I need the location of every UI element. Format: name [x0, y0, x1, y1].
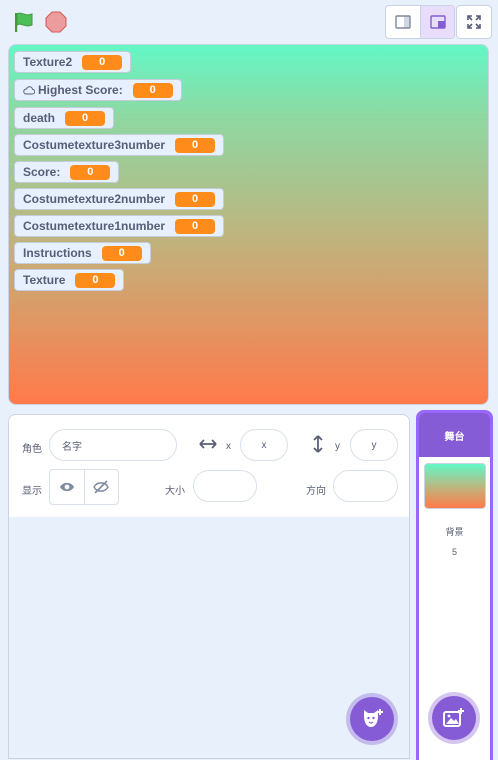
add-sprite-button[interactable] [350, 697, 394, 741]
x-arrows-icon [199, 437, 217, 455]
show-label: 显示 [22, 486, 42, 497]
sprite-info-panel: 角色 名字 x x y y 显示 大小 方向 [8, 414, 410, 759]
backdrops-count: 5 [451, 547, 457, 557]
monitor-value: 0 [132, 82, 173, 98]
monitor-label: Texture [23, 273, 66, 287]
hide-sprite-button[interactable] [83, 470, 119, 504]
variable-monitor: Costumetexture1number 0 [14, 215, 225, 237]
stage-title: 舞台 [444, 431, 465, 443]
x-placeholder: x [261, 439, 267, 451]
variable-monitor: Texture 0 [14, 269, 125, 291]
size-label: 大小 [165, 486, 185, 497]
monitor-label: Texture2 [23, 55, 73, 69]
small-stage-icon [395, 15, 411, 29]
small-stage-button[interactable] [386, 6, 420, 38]
normal-stage-button[interactable] [420, 6, 454, 38]
sprite-info: 角色 名字 x x y y 显示 大小 方向 [9, 415, 409, 518]
monitor-value: 0 [70, 164, 111, 180]
stop-sign-icon [45, 11, 67, 33]
visibility-toggle [49, 469, 119, 505]
fullscreen-icon [467, 15, 481, 29]
image-add-icon [443, 708, 464, 727]
sprite-name-input[interactable]: 名字 [49, 429, 177, 461]
monitor-value: 0 [75, 272, 116, 288]
stage-selector-header: 舞台 [419, 413, 490, 457]
size-input[interactable] [193, 470, 257, 502]
y-arrows-icon [312, 435, 324, 458]
variable-monitor: Costumetexture2number 0 [14, 188, 225, 210]
variable-monitor: Highest Score: 0 [14, 79, 182, 101]
direction-input[interactable] [333, 470, 398, 502]
monitor-value: 0 [175, 137, 216, 153]
stage-size-toggle [385, 5, 455, 39]
add-backdrop-button[interactable] [432, 696, 476, 740]
stage-canvas[interactable]: Texture2 0 Highest Score: 0 death 0 Cost… [8, 44, 489, 405]
eye-icon [59, 482, 74, 492]
monitor-label: Costumetexture3number [23, 138, 166, 152]
monitor-label: death [23, 111, 56, 125]
monitor-value: 0 [101, 245, 142, 261]
backdrops-label: 背景 [445, 527, 464, 537]
stage-thumbnail [424, 463, 486, 509]
x-label: x [226, 441, 231, 452]
direction-label: 方向 [306, 486, 326, 497]
green-flag-button[interactable] [12, 11, 36, 33]
variable-monitor: Texture2 0 [14, 51, 132, 73]
stop-button[interactable] [45, 11, 67, 33]
show-sprite-button[interactable] [50, 470, 84, 504]
monitor-label: Costumetexture1number [23, 219, 166, 233]
green-flag-icon [15, 12, 33, 32]
cloud-icon [23, 85, 35, 95]
sprite-list-area [9, 517, 409, 758]
monitor-label: Score: [23, 165, 61, 179]
y-placeholder: y [371, 439, 377, 451]
monitor-value: 0 [175, 218, 216, 234]
eye-slash-icon [93, 480, 110, 494]
variable-monitor: Score: 0 [14, 161, 120, 183]
monitor-value: 0 [65, 110, 106, 126]
cat-add-icon [364, 709, 383, 727]
monitor-value: 0 [175, 191, 216, 207]
sprite-name-placeholder: 名字 [62, 441, 82, 453]
sprite-label: 角色 [22, 444, 42, 455]
y-label: y [335, 441, 340, 452]
variable-monitor: death 0 [14, 107, 115, 129]
normal-stage-icon [429, 15, 446, 29]
monitor-value: 0 [82, 54, 123, 70]
monitor-label: Instructions [23, 246, 92, 260]
fullscreen-button[interactable] [456, 5, 492, 39]
x-input[interactable]: x [240, 429, 288, 461]
y-input[interactable]: y [350, 429, 398, 461]
variable-monitor: Instructions 0 [14, 242, 151, 264]
monitor-label: Highest Score: [38, 83, 123, 97]
monitor-label: Costumetexture2number [23, 192, 166, 206]
variable-monitor: Costumetexture3number 0 [14, 134, 225, 156]
